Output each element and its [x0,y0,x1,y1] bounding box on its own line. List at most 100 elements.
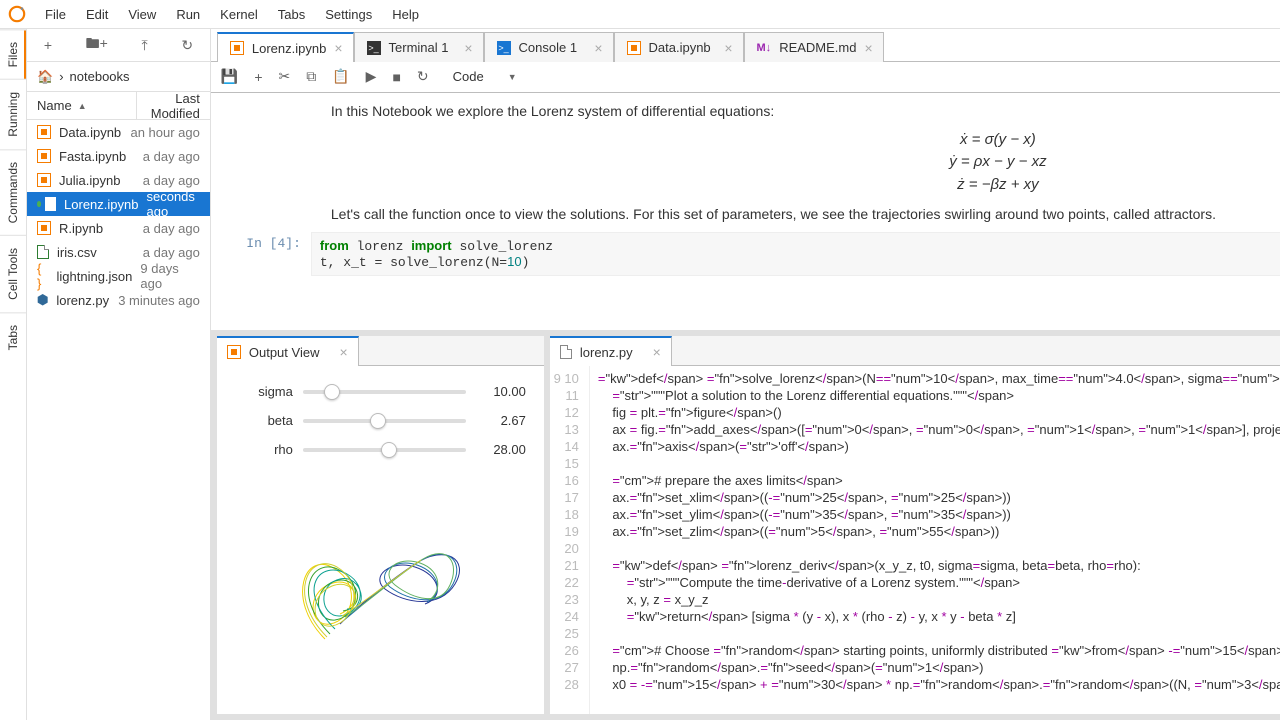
menu-bar: File Edit View Run Kernel Tabs Settings … [0,0,1280,29]
file-row[interactable]: ⬢lorenz.py3 minutes ago [27,288,210,312]
save-icon[interactable]: 💾 [221,68,238,85]
tab-label: Lorenz.ipynb [252,41,326,56]
notebook-icon [37,221,51,235]
file-modified: a day ago [143,173,200,188]
close-icon[interactable]: × [464,40,472,56]
slider-label: sigma [235,384,293,399]
tab-readme-md[interactable]: M↓README.md× [744,32,884,62]
new-folder-icon[interactable]: 🖿+ [86,33,108,57]
file-name: lorenz.py [56,293,110,308]
file-browser: + 🖿+ ⤒ ↻ 🏠 › notebooks Name▲ Last Modifi… [27,29,211,720]
notebook-icon [227,345,241,359]
cell-type-select[interactable]: Code▼ [453,69,517,84]
slider-track[interactable] [303,390,466,394]
col-modified[interactable]: Last Modified [137,91,210,121]
file-modified: seconds ago [146,189,199,219]
file-row[interactable]: R.ipynba day ago [27,216,210,240]
close-icon[interactable]: × [334,40,342,56]
paste-icon[interactable]: 📋 [332,68,349,85]
file-modified: a day ago [143,221,200,236]
tab-lorenz-ipynb[interactable]: Lorenz.ipynb × [217,32,354,62]
terminal-icon: >_ [367,41,381,55]
notebook-toolbar: 💾 + ✂ ⧉ 📋 ▶ ■ ↻ Code▼ Python 3 [211,62,1280,93]
cut-icon[interactable]: ✂ [279,68,291,85]
output-pane: Output View× sigma 10.00 beta2.67 rho28.00 [217,336,544,714]
menu-run[interactable]: Run [167,3,209,26]
markdown-body: Let's call the function once to view the… [331,206,1280,222]
code-area[interactable]: ="kw">def</span> ="fn">solve_lorenz</spa… [590,366,1280,714]
file-name: Lorenz.ipynb [64,197,138,212]
csv-file-icon [37,245,49,259]
run-icon[interactable]: ▶ [366,68,377,85]
slider-track[interactable] [303,419,466,423]
breadcrumb-path[interactable]: notebooks [70,69,130,84]
file-modified: a day ago [143,245,200,260]
menu-kernel[interactable]: Kernel [211,3,267,26]
menu-file[interactable]: File [36,3,75,26]
slider-rho[interactable]: rho28.00 [235,442,526,457]
tab-label: Console 1 [519,40,578,55]
sidetab-tabs[interactable]: Tabs [0,312,26,362]
slider-thumb[interactable] [370,413,386,429]
copy-icon[interactable]: ⧉ [306,68,316,85]
file-modified: a day ago [143,149,200,164]
tab-label: README.md [779,40,856,55]
notebook-area[interactable]: In this Notebook we explore the Lorenz s… [211,93,1280,330]
slider-thumb[interactable] [324,384,340,400]
close-icon[interactable]: × [339,344,347,360]
notebook-icon [37,125,51,139]
slider-track[interactable] [303,448,466,452]
tab-lorenz-py[interactable]: lorenz.py× [550,336,672,366]
notebook-icon [230,41,244,55]
slider-thumb[interactable] [381,442,397,458]
restart-icon[interactable]: ↻ [417,68,429,85]
file-row[interactable]: Fasta.ipynba day ago [27,144,210,168]
slider-sigma[interactable]: sigma 10.00 [235,384,526,399]
sidetab-celltools[interactable]: Cell Tools [0,235,26,312]
close-icon[interactable]: × [864,40,872,56]
sidetab-running[interactable]: Running [0,79,26,149]
code-editor[interactable]: 9 10 11 12 13 14 15 16 17 18 19 20 21 22… [550,366,1280,714]
new-launcher-icon[interactable]: + [44,37,52,53]
json-icon: { } [37,261,49,291]
menu-settings[interactable]: Settings [316,3,381,26]
file-name: Data.ipynb [59,125,122,140]
slider-value: 28.00 [476,442,526,457]
menu-help[interactable]: Help [383,3,428,26]
insert-cell-icon[interactable]: + [254,69,262,85]
slider-value: 2.67 [476,413,526,428]
tab-data-ipynb[interactable]: Data.ipynb × [614,32,744,62]
tab-console-1[interactable]: >_ Console 1 × [484,32,614,62]
cell-code[interactable]: from lorenz import solve_lorenz t, x_t =… [311,232,1280,276]
menu-view[interactable]: View [119,3,165,26]
stop-icon[interactable]: ■ [392,69,400,85]
file-name: Julia.ipynb [59,173,135,188]
close-icon[interactable]: × [724,40,732,56]
sidetab-commands[interactable]: Commands [0,149,26,235]
cell-prompt: In [4]: [231,232,301,276]
sidetab-files[interactable]: Files [0,29,26,79]
refresh-icon[interactable]: ↻ [181,37,193,54]
col-name[interactable]: Name▲ [27,92,137,119]
file-row[interactable]: Lorenz.ipynb seconds ago [27,192,210,216]
slider-value: 10.00 [476,384,526,399]
notebook-icon [37,149,51,163]
close-icon[interactable]: × [653,344,661,360]
close-icon[interactable]: × [594,40,602,56]
file-row[interactable]: Data.ipynban hour ago [27,120,210,144]
lorenz-plot [217,479,544,679]
file-icon [560,345,572,359]
console-icon: >_ [497,41,511,55]
tab-terminal-1[interactable]: >_Terminal 1× [354,32,484,62]
tab-label: Data.ipynb [649,40,711,55]
menu-tabs[interactable]: Tabs [269,3,314,26]
menu-edit[interactable]: Edit [77,3,117,26]
breadcrumb[interactable]: 🏠 › notebooks [27,62,210,92]
home-icon[interactable]: 🏠 [37,69,53,85]
upload-icon[interactable]: ⤒ [141,37,147,54]
file-row[interactable]: { }lightning.json9 days ago [27,264,210,288]
python-icon: ⬢ [37,292,48,308]
code-cell[interactable]: In [4]: from lorenz import solve_lorenz … [231,232,1280,276]
tab-output-view[interactable]: Output View× [217,336,359,366]
slider-beta[interactable]: beta2.67 [235,413,526,428]
